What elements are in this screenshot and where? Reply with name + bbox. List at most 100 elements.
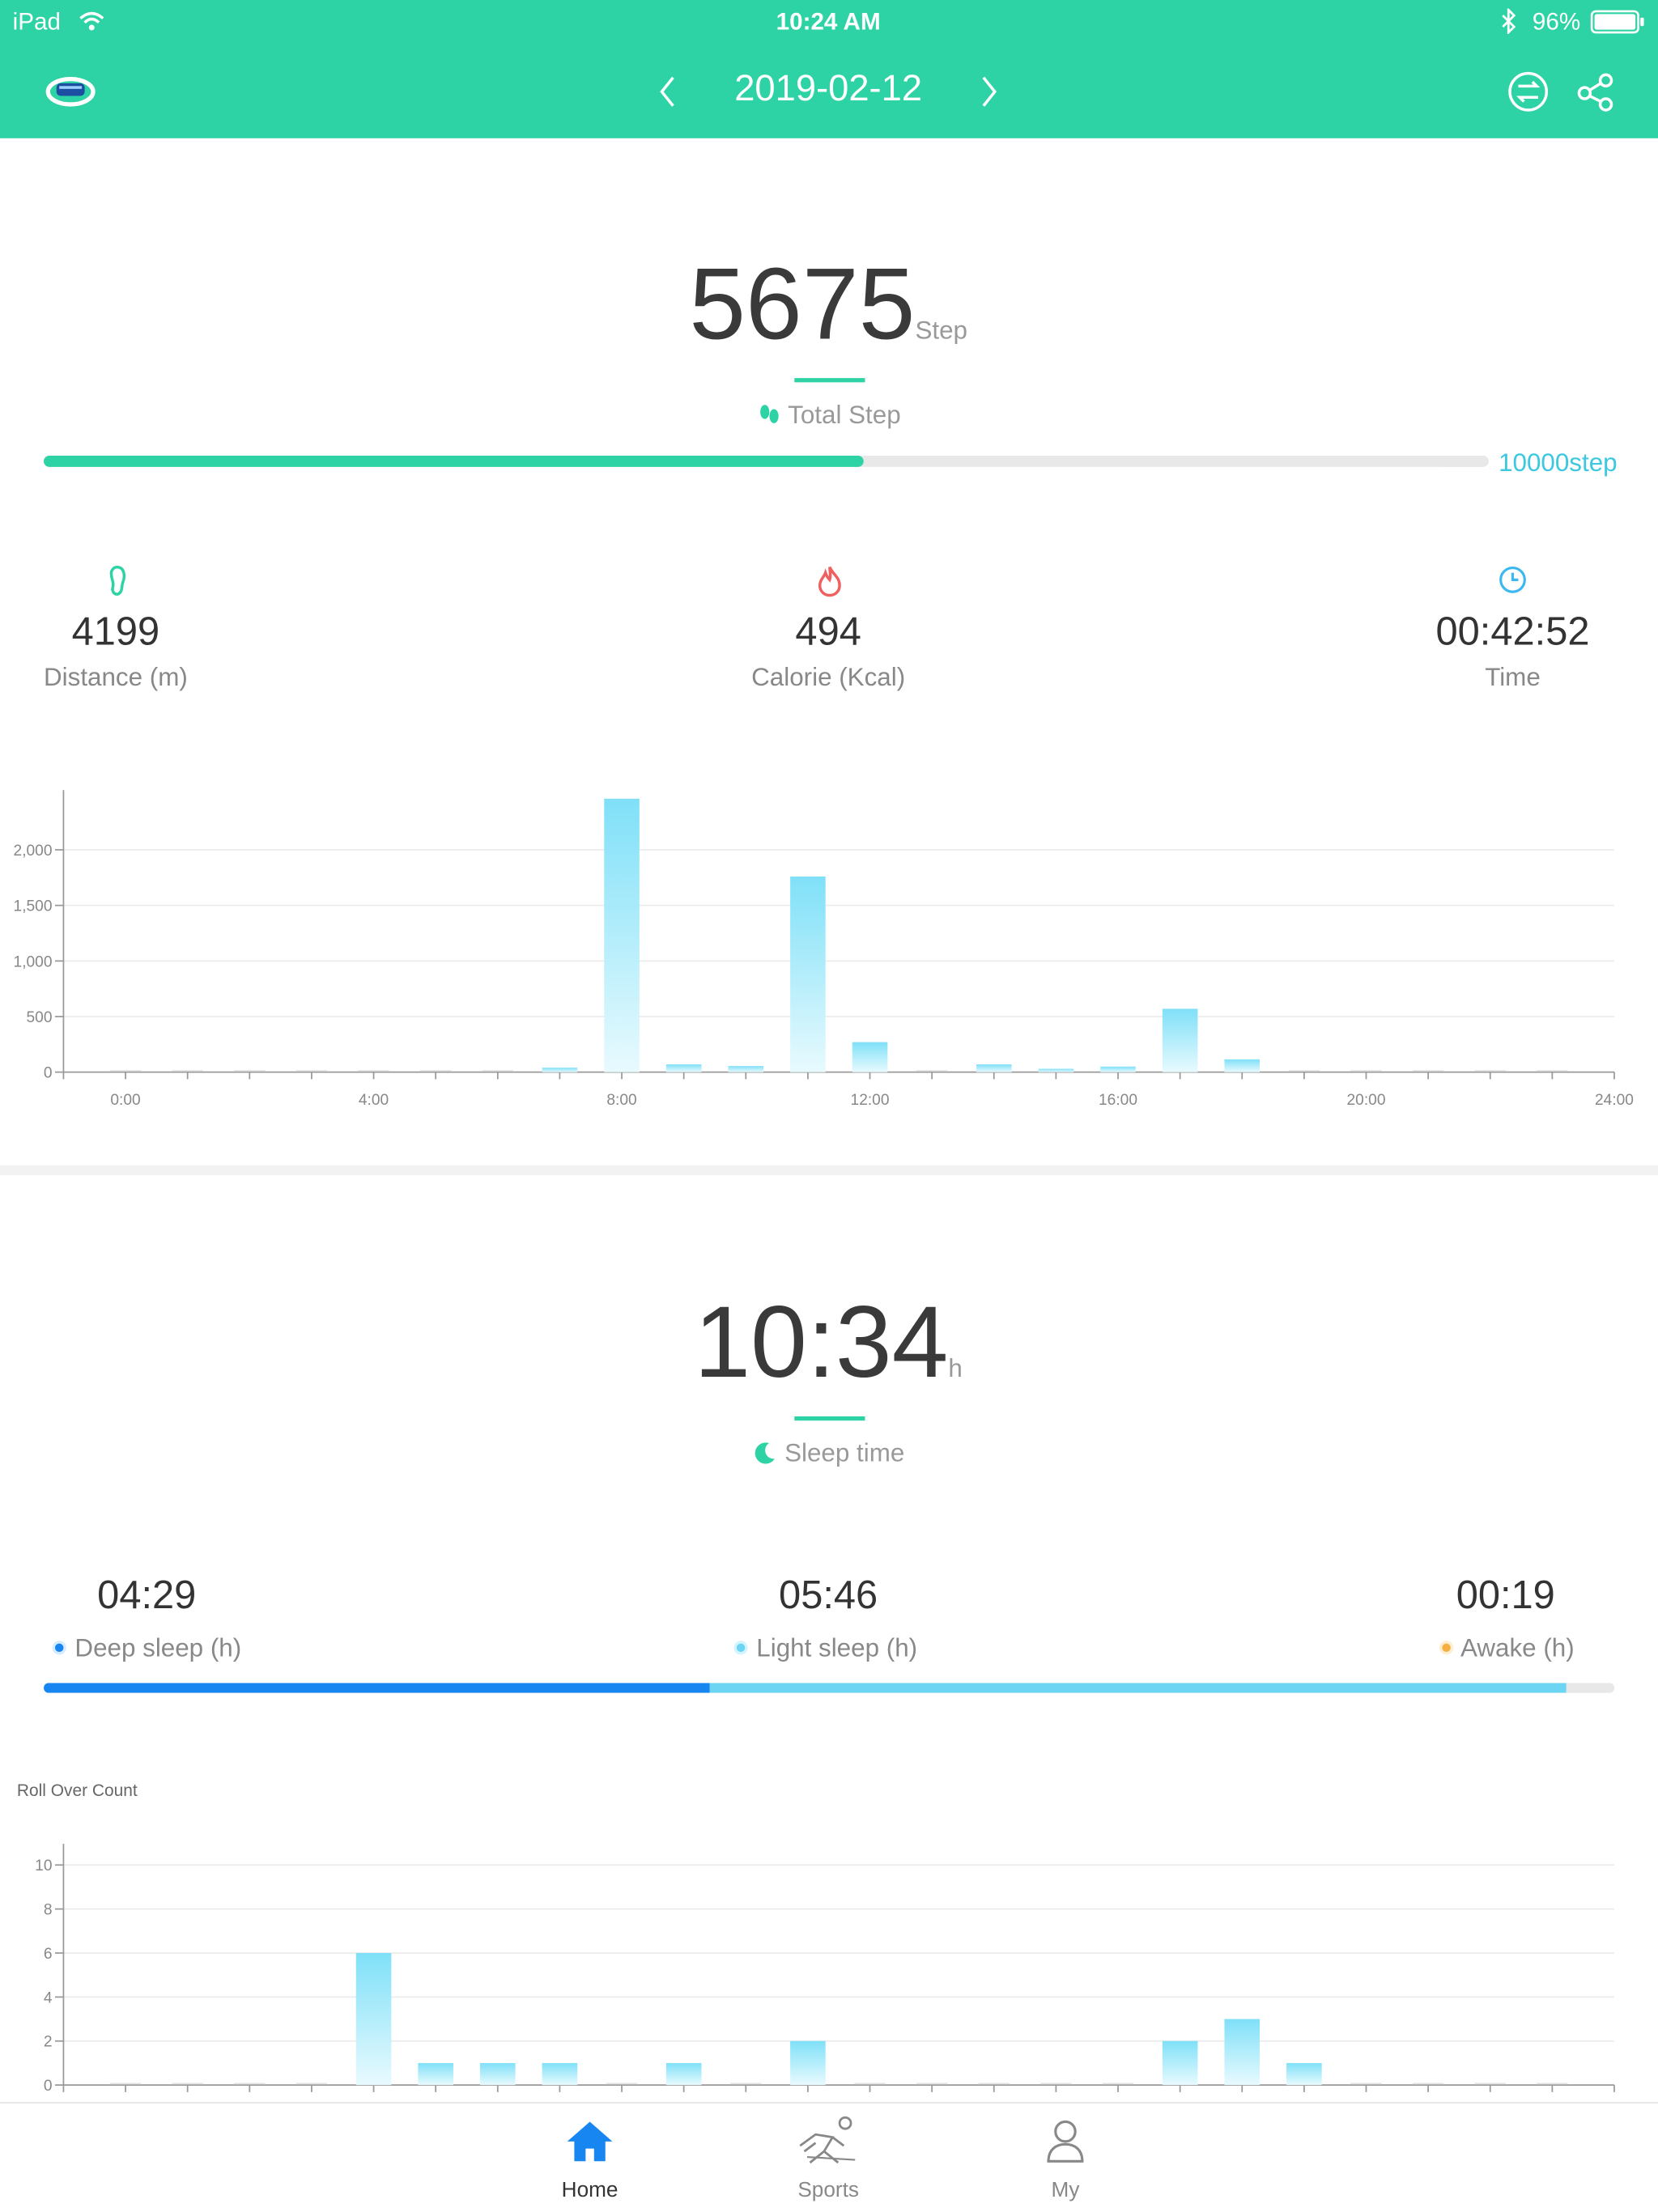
switch-icon[interactable] [1506,69,1551,114]
person-icon [1047,2120,1084,2163]
stat-calorie: 494 Calorie (Kcal) [687,609,970,693]
step-progress-track [44,455,1489,467]
y-tick-label: 8 [44,1902,53,1919]
step-goal: 10000step [1499,448,1618,478]
battery-icon [1590,10,1644,34]
home-icon [567,2121,613,2162]
deep-sleep-bar [44,1683,710,1693]
awake-legend: Awake (h) [1438,1633,1575,1663]
sleep-time-label: Sleep time [784,1438,905,1467]
chart-bar [665,1064,702,1072]
light-sleep-label: Light sleep (h) [756,1633,918,1662]
section-divider [0,1165,1658,1175]
x-tick-label: 24:00 [1595,1092,1634,1109]
light-sleep-bar [709,1683,1567,1693]
chart-bar [665,2062,702,2086]
app-header: iPad 10:24 AM 96% 2019-02-12 [0,0,1658,138]
chart-bar [1224,1059,1261,1072]
tab-sports-label: Sports [797,2178,859,2202]
x-tick-label: 20:00 [1347,1092,1386,1109]
next-date-icon[interactable] [974,74,1005,110]
sleep-progress-track [44,1683,1614,1693]
step-total-display: 5675Step [546,247,1111,363]
clock-icon [1499,566,1526,593]
light-sleep-legend: Light sleep (h) [733,1633,917,1663]
y-tick-label: 6 [44,1946,53,1963]
chart-bar [542,2062,578,2086]
footprint-icon [109,565,126,596]
chart-bar [1162,1008,1198,1072]
chart-bar [480,2062,516,2086]
awake-dot-icon [1439,1641,1454,1655]
chart-bar [604,798,640,1072]
tab-home-label: Home [561,2178,619,2202]
sleep-label-row: Sleep time [617,1439,1040,1469]
status-time: 10:24 AM [776,8,881,36]
footsteps-icon [759,405,778,423]
distance-value: 4199 [71,609,160,654]
step-underline [794,378,865,383]
x-tick-label: 8:00 [606,1092,636,1109]
distance-label: Distance (m) [44,663,188,692]
tab-my[interactable]: My [995,2104,1136,2212]
light-sleep-dot-icon [733,1641,748,1655]
step-progress-fill [44,455,864,467]
chart-bar [1224,2019,1261,2086]
chart-bar [542,1068,578,1072]
x-tick-label: 12:00 [851,1092,890,1109]
chart-bar [355,1953,392,2086]
y-tick-label: 1,000 [14,953,53,970]
y-tick-label: 4 [44,1989,53,2006]
y-tick-label: 2 [44,2034,53,2051]
chart-bar [852,1042,888,1072]
y-tick-label: 10 [35,1857,52,1874]
chart-bar [418,2062,453,2086]
y-tick-label: 2,000 [14,843,53,860]
x-tick-label: 16:00 [1099,1092,1137,1109]
deep-sleep-dot-icon [52,1641,66,1655]
date-title[interactable]: 2019-02-12 [687,66,970,110]
y-tick-label: 0 [44,1065,53,1082]
time-label: Time [1485,663,1541,692]
sleep-total-display: 10:34h [546,1285,1111,1401]
total-step-label-row: Total Step [617,401,1040,431]
awake-bar [1567,1683,1614,1693]
calorie-value: 494 [795,609,861,654]
running-icon [799,2116,856,2164]
y-tick-label: 500 [27,1009,53,1026]
rollover-chart-title: Roll Over Count [16,1780,138,1801]
deep-sleep-legend: Deep sleep (h) [51,1633,241,1663]
chart-bar [790,876,826,1072]
chart-bar [1038,1068,1074,1072]
wifi-icon [79,11,104,31]
tab-home[interactable]: Home [519,2104,660,2212]
chart-bar [1100,1066,1136,1072]
band-device-icon[interactable] [44,74,97,110]
chart-bar [976,1064,1012,1072]
prev-date-icon[interactable] [652,74,682,110]
tab-sports[interactable]: Sports [758,2104,899,2212]
chart-bar [728,1066,764,1072]
calorie-label: Calorie (Kcal) [751,663,906,692]
total-step-label: Total Step [788,401,901,429]
chart-bar [1162,2040,1198,2086]
time-value: 00:42:52 [1435,609,1590,654]
flame-icon [818,566,841,597]
share-icon[interactable] [1573,69,1618,114]
bottom-tab-bar: Home Sports My [0,2102,1658,2212]
awake-value: 00:19 [1456,1573,1555,1617]
light-sleep-value: 05:46 [779,1573,878,1617]
chart-bar [790,2040,826,2086]
x-tick-label: 0:00 [110,1092,140,1109]
x-tick-label: 4:00 [359,1092,389,1109]
deep-sleep-value: 04:29 [97,1573,197,1617]
steps-hourly-chart: 0 500 1,000 1,500 2,000 0:00 4:00 8:00 12:00 16:0… [14,790,1634,1109]
rollover-count-chart: 0 2 4 6 8 10 [35,1844,1615,2095]
sleep-time-unit: h [948,1354,963,1383]
stat-distance: 4199 Distance (m) [0,609,257,693]
sleep-time-value: 10:34 [694,1286,949,1400]
deep-sleep-label: Deep sleep (h) [74,1633,242,1662]
battery-percent: 96% [1532,8,1581,36]
device-name: iPad [12,8,62,36]
stat-time: 00:42:52 Time [1371,609,1654,693]
